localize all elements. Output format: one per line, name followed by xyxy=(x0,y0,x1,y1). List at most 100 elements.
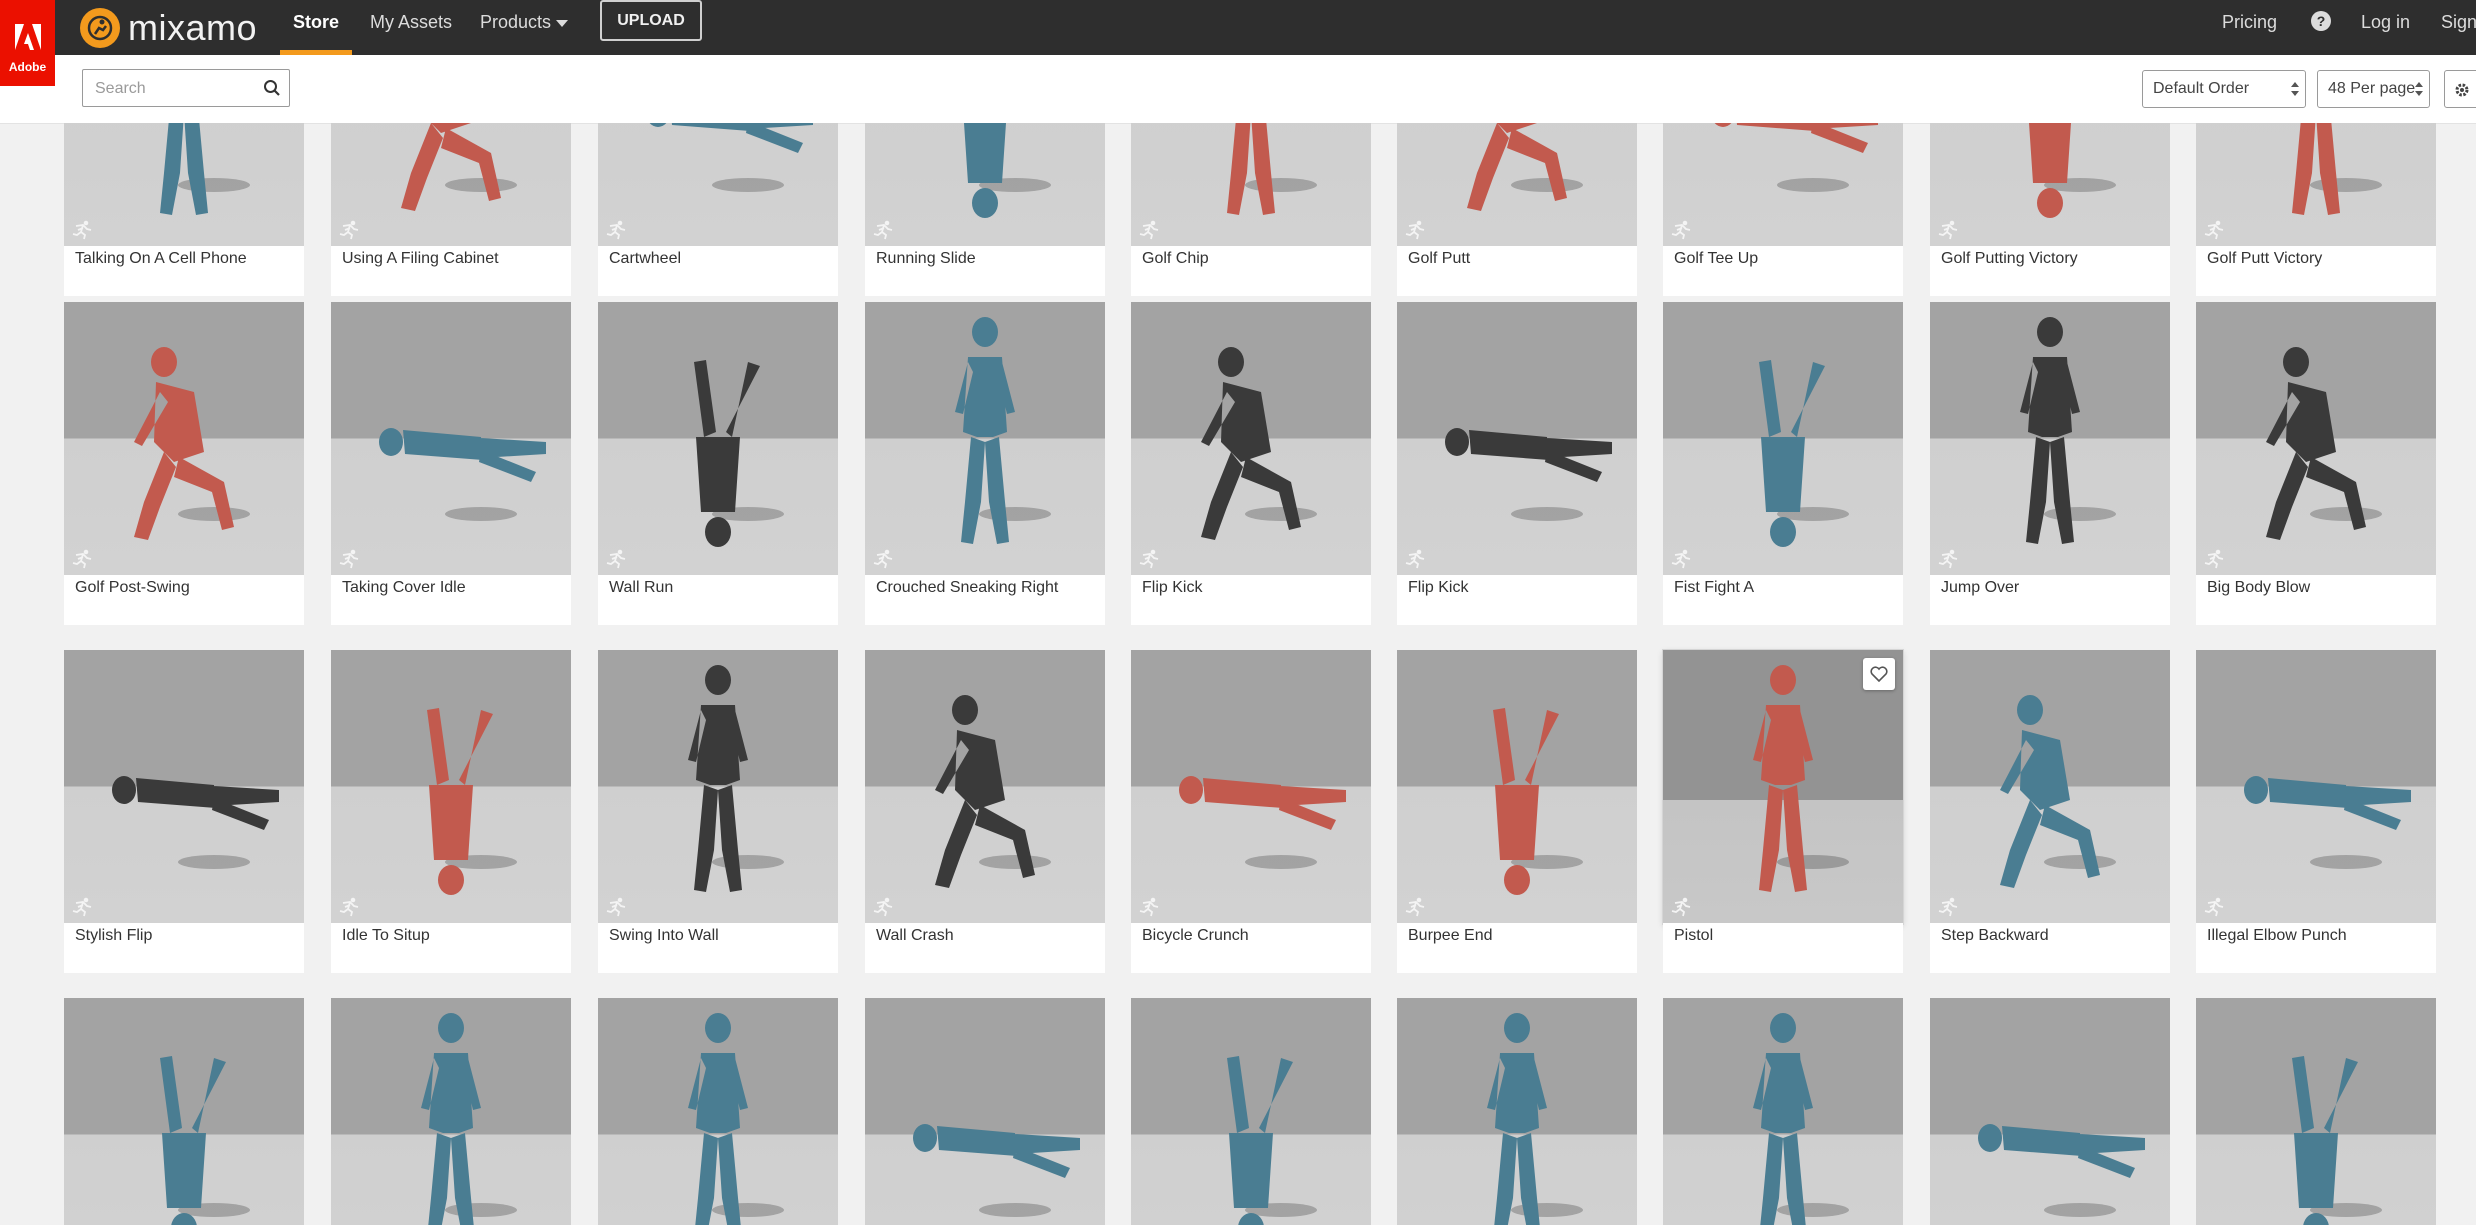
animation-thumbnail[interactable] xyxy=(1663,650,1903,923)
animation-card[interactable]: Golf Tee Up xyxy=(1663,123,1903,296)
animation-thumbnail[interactable] xyxy=(1131,650,1371,923)
animation-card[interactable]: Swing Into Wall xyxy=(598,650,838,973)
animation-thumbnail[interactable] xyxy=(331,998,571,1225)
favorite-button[interactable] xyxy=(1863,658,1895,690)
figure-body xyxy=(2029,123,2071,218)
animation-thumbnail[interactable] xyxy=(1131,123,1371,246)
nav-my-assets[interactable]: My Assets xyxy=(370,0,452,55)
animation-thumbnail[interactable] xyxy=(865,650,1105,923)
animation-card[interactable]: Illegal Elbow Punch xyxy=(2196,650,2436,973)
animation-thumbnail[interactable] xyxy=(1930,123,2170,246)
animation-card[interactable] xyxy=(865,998,1105,1225)
animation-card[interactable]: Taking Cover Idle xyxy=(331,302,571,625)
animation-thumbnail[interactable] xyxy=(1131,302,1371,575)
animation-card[interactable]: Big Body Blow xyxy=(2196,302,2436,625)
animation-card[interactable] xyxy=(1930,998,2170,1225)
animation-thumbnail[interactable] xyxy=(1397,302,1637,575)
nav-pricing[interactable]: Pricing xyxy=(2222,0,2277,55)
nav-signup[interactable]: Sign xyxy=(2441,0,2476,55)
animation-card[interactable] xyxy=(1131,998,1371,1225)
animation-thumbnail[interactable] xyxy=(331,123,571,246)
animation-thumbnail[interactable] xyxy=(598,123,838,246)
figure-body xyxy=(379,428,546,482)
animation-thumbnail[interactable] xyxy=(331,302,571,575)
animation-thumbnail[interactable] xyxy=(64,123,304,246)
animation-card[interactable]: Cartwheel xyxy=(598,123,838,296)
animation-card[interactable]: Golf Chip xyxy=(1131,123,1371,296)
search-icon[interactable] xyxy=(263,79,281,97)
animation-card[interactable] xyxy=(331,998,571,1225)
animation-thumbnail[interactable] xyxy=(1663,123,1903,246)
animation-thumbnail[interactable] xyxy=(2196,998,2436,1225)
animation-card[interactable]: Wall Run xyxy=(598,302,838,625)
animation-card[interactable]: Fist Fight A xyxy=(1663,302,1903,625)
animation-thumbnail[interactable] xyxy=(2196,123,2436,246)
animation-thumbnail[interactable] xyxy=(1930,302,2170,575)
animation-card[interactable]: Flip Kick xyxy=(1131,302,1371,625)
animation-card[interactable]: Wall Crash xyxy=(865,650,1105,973)
animation-thumbnail[interactable] xyxy=(64,302,304,575)
animation-card[interactable]: Golf Post-Swing xyxy=(64,302,304,625)
animation-card[interactable]: Burpee End xyxy=(1397,650,1637,973)
animation-card[interactable]: Jump Over xyxy=(1930,302,2170,625)
per-page-select[interactable]: 48 Per page xyxy=(2317,70,2430,108)
character-figure xyxy=(160,123,250,215)
animation-thumbnail[interactable] xyxy=(1397,650,1637,923)
nav-login[interactable]: Log in xyxy=(2361,0,2410,55)
animation-thumbnail[interactable] xyxy=(1930,998,2170,1225)
nav-products[interactable]: Products xyxy=(480,0,569,55)
mixamo-logo[interactable]: mixamo xyxy=(80,0,257,55)
animation-type-icon xyxy=(72,549,92,569)
animation-type-icon xyxy=(1671,220,1691,240)
animation-thumbnail[interactable] xyxy=(1663,302,1903,575)
animation-thumbnail[interactable] xyxy=(865,123,1105,246)
animation-thumbnail[interactable] xyxy=(331,650,571,923)
animation-thumbnail[interactable] xyxy=(1663,998,1903,1225)
animation-card[interactable] xyxy=(598,998,838,1225)
animation-thumbnail[interactable] xyxy=(1397,123,1637,246)
animation-card[interactable]: Crouched Sneaking Right xyxy=(865,302,1105,625)
animation-card[interactable]: Step Backward xyxy=(1930,650,2170,973)
animation-card[interactable]: Flip Kick xyxy=(1397,302,1637,625)
animation-card[interactable]: Using A Filing Cabinet xyxy=(331,123,571,296)
figure-shadow xyxy=(178,178,250,192)
animation-card[interactable] xyxy=(1663,998,1903,1225)
search-box[interactable] xyxy=(82,69,290,108)
upload-button[interactable]: UPLOAD xyxy=(600,0,702,41)
figure-shadow xyxy=(445,178,517,192)
animation-thumbnail[interactable] xyxy=(598,650,838,923)
animation-thumbnail[interactable] xyxy=(865,302,1105,575)
animation-card[interactable]: Golf Putt xyxy=(1397,123,1637,296)
animation-thumbnail[interactable] xyxy=(1131,998,1371,1225)
figure-body xyxy=(1467,123,1567,211)
animation-thumbnail[interactable] xyxy=(1930,650,2170,923)
animation-thumbnail[interactable] xyxy=(598,998,838,1225)
animation-card[interactable] xyxy=(2196,998,2436,1225)
search-input[interactable] xyxy=(83,70,267,108)
animation-thumbnail[interactable] xyxy=(1397,998,1637,1225)
animation-card[interactable]: Pistol xyxy=(1663,650,1903,973)
animation-title: Big Body Blow xyxy=(2207,579,2311,596)
adobe-logo-icon xyxy=(15,24,41,50)
animation-card[interactable]: Golf Putting Victory xyxy=(1930,123,2170,296)
animation-thumbnail[interactable] xyxy=(64,650,304,923)
animation-thumbnail[interactable] xyxy=(2196,302,2436,575)
animation-card[interactable]: Running Slide xyxy=(865,123,1105,296)
animation-card[interactable]: Talking On A Cell Phone xyxy=(64,123,304,296)
animation-card[interactable]: Stylish Flip xyxy=(64,650,304,973)
animation-thumbnail[interactable] xyxy=(2196,650,2436,923)
nav-store[interactable]: Store xyxy=(280,0,352,55)
animation-thumbnail[interactable] xyxy=(598,302,838,575)
animation-card[interactable]: Bicycle Crunch xyxy=(1131,650,1371,973)
animation-card[interactable] xyxy=(64,998,304,1225)
help-icon[interactable]: ? xyxy=(2311,11,2331,31)
animation-thumbnail[interactable] xyxy=(865,998,1105,1225)
animation-card[interactable]: Idle To Situp xyxy=(331,650,571,973)
animation-card[interactable] xyxy=(1397,998,1637,1225)
sort-order-select[interactable]: Default Order xyxy=(2142,70,2306,108)
settings-button[interactable] xyxy=(2444,70,2476,108)
adobe-logo[interactable]: Adobe xyxy=(0,0,55,86)
animation-card[interactable]: Golf Putt Victory xyxy=(2196,123,2436,296)
animation-thumbnail[interactable] xyxy=(64,998,304,1225)
animation-type-icon xyxy=(873,897,893,917)
